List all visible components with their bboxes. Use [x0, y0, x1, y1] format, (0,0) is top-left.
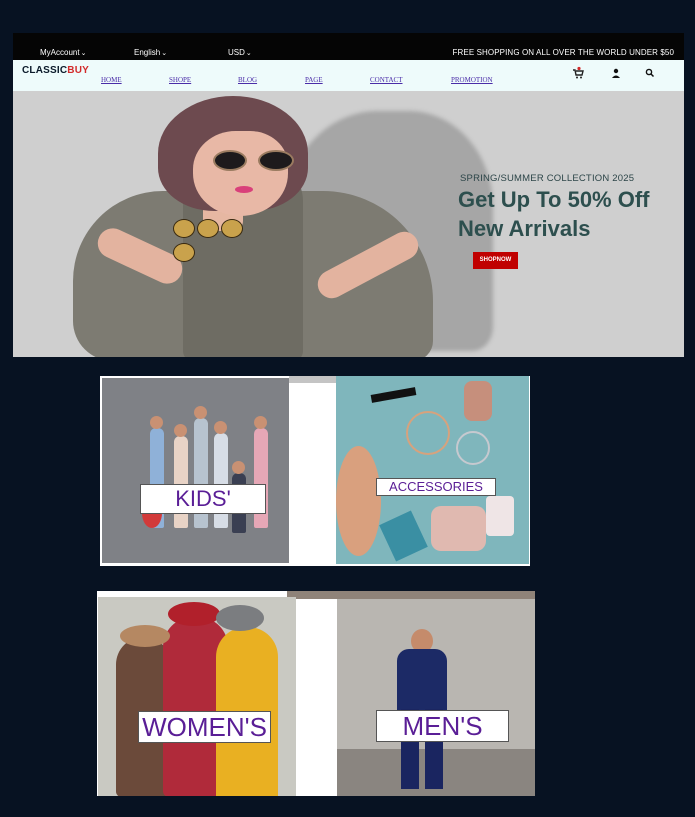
nav-link-home[interactable]: HOME	[101, 76, 122, 84]
logo-accent-text: BUY	[67, 65, 90, 76]
user-icon	[612, 68, 620, 78]
hero-headline-line2: New Arrivals	[458, 216, 591, 241]
shop-now-button[interactable]: SHOPNOW	[473, 252, 518, 269]
logo-text: CLASSIC	[22, 65, 68, 76]
cart-icon	[573, 66, 584, 79]
kids-category-tile[interactable]: KIDS'	[102, 378, 289, 563]
womens-category-tile[interactable]: WOMEN'S	[98, 597, 296, 796]
search-icon	[645, 68, 655, 78]
chevron-down-icon: ⌄	[245, 50, 252, 57]
currency-label: USD	[228, 48, 245, 57]
accessories-category-tile[interactable]: ACCESSORIES	[336, 376, 529, 564]
mens-category-tile[interactable]: MEN'S	[337, 599, 535, 796]
nav-link-promotion[interactable]: PROMOTION	[451, 76, 493, 84]
mens-label: MEN'S	[376, 710, 509, 742]
hero-headline-line1: Get Up To 50% Off	[458, 187, 650, 212]
accessories-label: ACCESSORIES	[376, 478, 496, 496]
site-logo[interactable]: CLASSICBUY	[22, 65, 89, 76]
account-button[interactable]	[609, 66, 623, 80]
category-row-1: KIDS' ACCESSORIES	[100, 376, 530, 566]
nav-link-page[interactable]: PAGE	[305, 76, 323, 84]
category-row-2: WOMEN'S MEN'S	[97, 591, 535, 796]
cart-button[interactable]	[571, 66, 585, 80]
language-label: English	[134, 48, 161, 57]
currency-dropdown[interactable]: USD⌄	[228, 48, 252, 58]
nav-link-contact[interactable]: CONTACT	[370, 76, 403, 84]
promo-text: FREE SHOPPING ON ALL OVER THE WORLD UNDE…	[452, 48, 674, 57]
hero-banner: SPRING/SUMMER COLLECTION 2025 Get Up To …	[13, 91, 684, 357]
main-navbar: CLASSICBUY HOME SHOPE BLOG PAGE CONTACT …	[13, 60, 684, 91]
nav-link-blog[interactable]: BLOG	[238, 76, 257, 84]
account-label: MyAccount	[40, 48, 80, 57]
womens-label: WOMEN'S	[138, 711, 271, 743]
account-dropdown[interactable]: MyAccount⌄	[40, 48, 86, 58]
hero-subtitle: SPRING/SUMMER COLLECTION 2025	[460, 173, 635, 184]
chevron-down-icon: ⌄	[161, 50, 168, 57]
kids-label: KIDS'	[140, 484, 266, 514]
language-dropdown[interactable]: English⌄	[134, 48, 167, 58]
chevron-down-icon: ⌄	[80, 50, 87, 57]
nav-link-shope[interactable]: SHOPE	[169, 76, 191, 84]
top-bar: MyAccount⌄ English⌄ USD⌄ FREE SHOPPING O…	[13, 33, 684, 60]
hero-headline: Get Up To 50% Off New Arrivals	[458, 185, 650, 243]
search-button[interactable]	[643, 66, 657, 80]
